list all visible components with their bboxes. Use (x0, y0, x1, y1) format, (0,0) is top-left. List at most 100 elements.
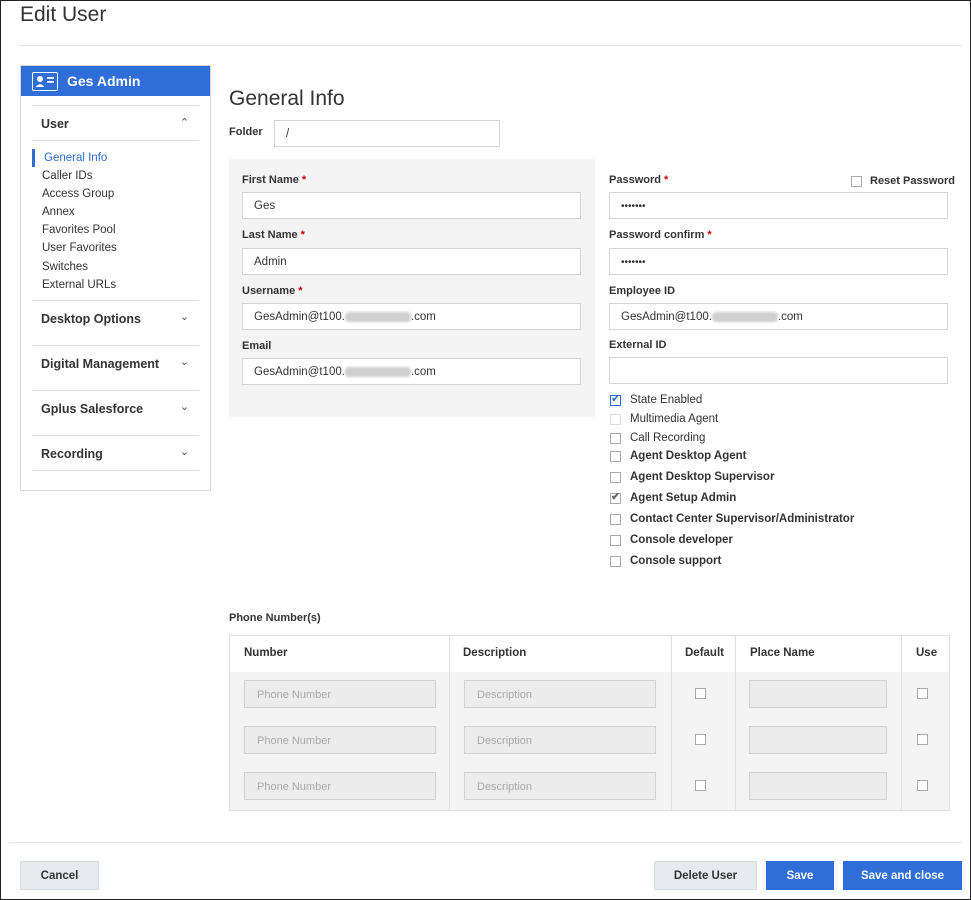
sidebar-item-external-urls[interactable]: External URLs (32, 276, 117, 294)
reset-password-label: Reset Password (870, 175, 955, 187)
column-header-use: Use (916, 647, 938, 659)
checkbox-box[interactable] (610, 555, 621, 567)
checkbox-box[interactable] (610, 413, 621, 425)
chevron-down-icon[interactable]: ⌄ (180, 445, 189, 458)
description-input[interactable]: Description (464, 680, 656, 708)
sidebar-section-digital-management[interactable]: Digital Management ⌄ (32, 345, 199, 381)
header-divider (20, 45, 962, 46)
checkbox-box[interactable]: ✔ (610, 490, 621, 504)
password-confirm-field[interactable]: ••••••• (609, 248, 948, 275)
use-checkbox[interactable] (917, 688, 928, 699)
check-icon: ✔ (611, 392, 621, 405)
place-name-field[interactable] (749, 726, 887, 754)
default-checkbox[interactable] (695, 688, 706, 699)
sidebar-item-access-group[interactable]: Access Group (32, 185, 117, 203)
check-icon: ✔ (611, 490, 621, 503)
checkbox-label: Multimedia Agent (630, 413, 719, 425)
use-checkbox[interactable] (917, 780, 928, 791)
external-id-field[interactable] (609, 357, 948, 384)
checkbox-box[interactable] (610, 450, 621, 462)
checkbox-box[interactable] (610, 432, 621, 444)
password-confirm-label: Password confirm * (609, 229, 712, 241)
sidebar-item-caller-ids[interactable]: Caller IDs (32, 167, 117, 185)
column-divider (901, 636, 902, 810)
checkbox-box[interactable] (610, 534, 621, 546)
section-title: General Info (229, 87, 345, 110)
edit-user-window: Edit User Ges Admin User ⌃ General Info … (0, 0, 971, 900)
sidebar-item-annex[interactable]: Annex (32, 203, 117, 221)
agent-setup-admin-checkbox[interactable]: ✔ Agent Setup Admin (610, 490, 736, 504)
place-name-field[interactable] (749, 772, 887, 800)
agent-desktop-agent-checkbox[interactable]: Agent Desktop Agent (610, 450, 747, 462)
last-name-label: Last Name * (242, 229, 305, 241)
checkbox-label: Call Recording (630, 432, 706, 444)
chevron-up-icon[interactable]: ⌃ (180, 116, 189, 129)
call-recording-checkbox[interactable]: Call Recording (610, 432, 705, 444)
checkbox-label: Console developer (630, 534, 733, 546)
column-header-description: Description (463, 647, 527, 659)
phone-number-input[interactable]: Phone Number (244, 680, 436, 708)
chevron-down-icon[interactable]: ⌄ (180, 355, 189, 368)
sidebar-section-user[interactable]: User ⌃ (32, 105, 199, 141)
checkbox-label: Agent Desktop Agent (630, 450, 747, 462)
last-name-field[interactable]: Admin (242, 248, 581, 275)
multimedia-agent-checkbox[interactable]: Multimedia Agent (610, 413, 718, 425)
save-and-close-button[interactable]: Save and close (843, 861, 962, 890)
sidebar-section-title: Gplus Salesforce (41, 402, 144, 416)
sidebar-section-title: User (41, 117, 69, 131)
place-name-field[interactable] (749, 680, 887, 708)
checkbox-box[interactable]: ✔ (610, 392, 621, 406)
footer-divider (9, 842, 962, 843)
sidebar-divider (32, 470, 199, 471)
sidebar-item-user-favorites[interactable]: User Favorites (32, 239, 117, 257)
sidebar-section-recording[interactable]: Recording ⌄ (32, 435, 199, 471)
page-title: Edit User (20, 3, 107, 26)
phone-number-input[interactable]: Phone Number (244, 772, 436, 800)
sidebar-item-favorites-pool[interactable]: Favorites Pool (32, 221, 117, 239)
checkbox-label: Console support (630, 555, 722, 567)
table-header: Number Description Default Place Name Us… (230, 636, 949, 673)
agent-desktop-supervisor-checkbox[interactable]: Agent Desktop Supervisor (610, 471, 774, 483)
sidebar-section-gplus-salesforce[interactable]: Gplus Salesforce ⌄ (32, 390, 199, 426)
description-input[interactable]: Description (464, 772, 656, 800)
use-checkbox[interactable] (917, 734, 928, 745)
delete-user-button[interactable]: Delete User (654, 861, 757, 890)
cancel-button[interactable]: Cancel (20, 861, 99, 890)
checkbox-box[interactable] (851, 175, 862, 187)
employee-id-label: Employee ID (609, 285, 676, 297)
phone-number-input[interactable]: Phone Number (244, 726, 436, 754)
column-divider (735, 636, 736, 810)
contact-center-supervisor-checkbox[interactable]: Contact Center Supervisor/Administrator (610, 513, 854, 525)
chevron-down-icon[interactable]: ⌄ (180, 400, 189, 413)
username-field[interactable]: GesAdmin@t100. .com (242, 303, 581, 330)
redacted-text (344, 366, 411, 377)
console-developer-checkbox[interactable]: Console developer (610, 534, 733, 546)
save-button[interactable]: Save (766, 861, 834, 890)
sidebar-item-general-info[interactable]: General Info (32, 149, 117, 168)
first-name-field[interactable]: Ges (242, 192, 581, 219)
checkbox-label: Contact Center Supervisor/Administrator (630, 513, 855, 525)
phone-numbers-table: Number Description Default Place Name Us… (229, 635, 950, 811)
default-checkbox[interactable] (695, 780, 706, 791)
sidebar-section-desktop-options[interactable]: Desktop Options ⌄ (32, 300, 199, 336)
checkbox-box[interactable] (610, 471, 621, 483)
employee-id-field[interactable]: GesAdmin@t100. .com (609, 303, 948, 330)
phone-numbers-title: Phone Number(s) (229, 612, 321, 624)
column-divider (449, 636, 450, 810)
reset-password-checkbox[interactable]: Reset Password (851, 175, 955, 187)
chevron-down-icon[interactable]: ⌄ (180, 310, 189, 323)
console-support-checkbox[interactable]: Console support (610, 555, 721, 567)
folder-field[interactable]: / (274, 120, 500, 147)
column-header-place-name: Place Name (750, 647, 815, 659)
sidebar-item-switches[interactable]: Switches (32, 258, 117, 276)
checkbox-box[interactable] (610, 513, 621, 525)
state-enabled-checkbox[interactable]: ✔ State Enabled (610, 392, 702, 406)
checkbox-label: Agent Desktop Supervisor (630, 471, 775, 483)
description-input[interactable]: Description (464, 726, 656, 754)
email-field[interactable]: GesAdmin@t100. .com (242, 358, 581, 385)
default-checkbox[interactable] (695, 734, 706, 745)
external-id-label: External ID (609, 339, 667, 351)
sidebar-section-title: Desktop Options (41, 312, 142, 326)
email-label: Email (242, 340, 272, 352)
password-field[interactable]: ••••••• (609, 192, 948, 219)
